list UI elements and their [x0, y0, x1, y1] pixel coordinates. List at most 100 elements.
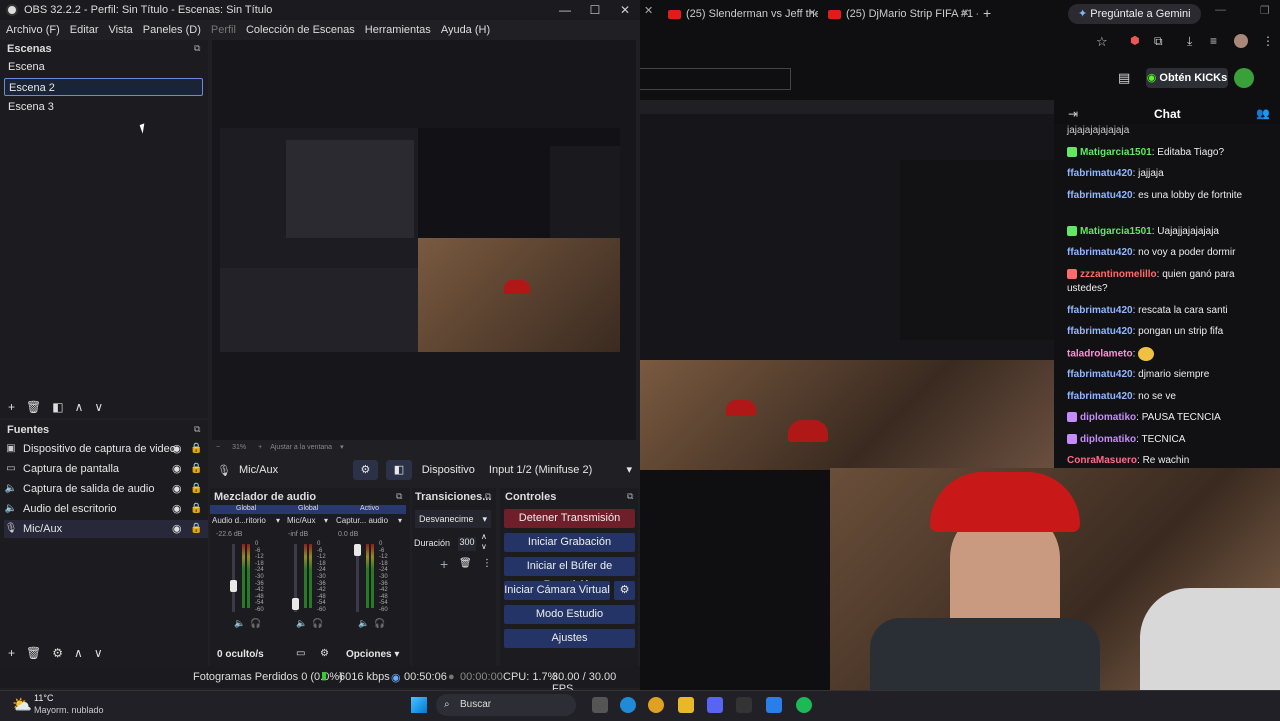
zoom-out-icon[interactable]: −: [216, 444, 220, 451]
source-item[interactable]: 🔈 Audio del escritorio ◉ 🔒: [4, 500, 208, 518]
chevron-down-icon[interactable]: ▾: [276, 516, 280, 525]
eye-icon[interactable]: ◉: [172, 500, 182, 518]
source-item[interactable]: ▭ Captura de pantalla ◉ 🔒: [4, 460, 208, 478]
weather-icon[interactable]: ⛅: [12, 695, 32, 715]
zoom-in-icon[interactable]: +: [258, 444, 262, 451]
browser-tab[interactable]: (25) Slenderman vs Jeff the Kill...: [668, 4, 818, 24]
people-icon[interactable]: 👥: [1256, 107, 1270, 120]
duration-input[interactable]: 300: [458, 537, 476, 551]
add-icon[interactable]: +: [440, 556, 448, 572]
fit-window[interactable]: Ajustar a la ventana: [270, 444, 332, 451]
volume-knob[interactable]: [354, 544, 361, 556]
chat-username[interactable]: ffabrimatu420: [1067, 190, 1133, 201]
move-down-icon[interactable]: ∨: [94, 646, 103, 660]
headphones-icon[interactable]: 🎧: [374, 618, 385, 629]
avatar[interactable]: [1234, 68, 1254, 88]
filter-icon[interactable]: ◧: [52, 400, 63, 414]
undock-icon[interactable]: ⧉: [194, 43, 200, 54]
close-icon[interactable]: ✕: [808, 8, 816, 19]
browser-tab[interactable]: (25) DjMario Strip FIFA #1 - Yo...: [828, 4, 978, 24]
search-box[interactable]: ⌕ Buscar: [436, 694, 576, 716]
preview-canvas[interactable]: [220, 128, 620, 352]
close-icon[interactable]: ✕: [644, 4, 653, 17]
chrome-icon[interactable]: [648, 697, 664, 713]
undock-icon[interactable]: ⧉: [485, 491, 491, 502]
maximize-icon[interactable]: ☐: [580, 0, 610, 20]
more-icon[interactable]: ⋮: [1262, 34, 1274, 48]
volume-knob[interactable]: [292, 598, 299, 610]
avatar[interactable]: [1234, 34, 1248, 48]
restore-icon[interactable]: ❐: [1260, 4, 1270, 17]
scene-item-selected[interactable]: Escena 2: [4, 78, 203, 96]
lock-icon[interactable]: 🔒: [190, 440, 202, 458]
menu-paneles[interactable]: Paneles (D): [143, 24, 201, 36]
eye-icon[interactable]: ◉: [172, 440, 182, 458]
extension-icon[interactable]: ⬢: [1130, 34, 1140, 47]
chat-username[interactable]: ffabrimatu420: [1067, 391, 1133, 402]
edge-icon[interactable]: [620, 697, 636, 713]
move-up-icon[interactable]: ∧: [74, 646, 83, 660]
volume-slider[interactable]: [232, 544, 235, 612]
gear-icon[interactable]: ⚙: [352, 460, 379, 480]
device-select[interactable]: Input 1/2 (Minifuse 2) ▾: [485, 460, 636, 480]
chat-username[interactable]: diplomatiko: [1080, 434, 1136, 445]
studio-mode-button[interactable]: Modo Estudio: [504, 605, 635, 624]
chat-username[interactable]: ConraMasuero: [1067, 455, 1137, 466]
undock-icon[interactable]: ⧉: [396, 491, 402, 502]
channel-name[interactable]: Captur... audio: [336, 516, 388, 525]
task-view-icon[interactable]: [592, 697, 608, 713]
trash-icon[interactable]: 🗑: [459, 558, 472, 569]
virtual-camera-button[interactable]: Iniciar Cámara Virtual: [504, 581, 610, 600]
speaker-icon[interactable]: 🔈: [358, 618, 369, 629]
undock-icon[interactable]: ⧉: [194, 424, 200, 435]
shield-icon[interactable]: [766, 697, 782, 713]
close-icon[interactable]: ✕: [961, 8, 969, 19]
menu-herramientas[interactable]: Herramientas: [365, 24, 431, 36]
minimize-icon[interactable]: —: [550, 0, 580, 20]
chevron-down-icon[interactable]: ▾: [398, 516, 402, 525]
add-icon[interactable]: +: [8, 646, 15, 660]
chat-username[interactable]: zzzantinomelillo: [1080, 269, 1157, 280]
options-button[interactable]: Opciones ▾: [346, 649, 399, 660]
minimize-icon[interactable]: —: [1215, 4, 1226, 16]
move-up-icon[interactable]: ∧: [75, 400, 84, 414]
menu-perfil[interactable]: Perfil: [211, 24, 236, 36]
settings-button[interactable]: Ajustes: [504, 629, 635, 648]
chat-username[interactable]: Matigarcia1501: [1080, 147, 1152, 158]
app-icon[interactable]: [736, 697, 752, 713]
trash-icon[interactable]: 🗑: [26, 646, 41, 660]
gear-icon[interactable]: ⚙: [52, 646, 63, 660]
eye-icon[interactable]: ◉: [172, 520, 182, 538]
move-down-icon[interactable]: ∨: [94, 400, 103, 414]
bookmark-icon[interactable]: ☆: [1096, 34, 1108, 50]
lock-icon[interactable]: 🔒: [190, 520, 202, 538]
collapse-icon[interactable]: ⇥: [1068, 107, 1078, 121]
lock-icon[interactable]: 🔒: [190, 480, 202, 498]
menu-coleccion[interactable]: Colección de Escenas: [246, 24, 355, 36]
source-item[interactable]: 🔈 Captura de salida de audio ◉ 🔒: [4, 480, 208, 498]
chat-username[interactable]: taladrolameto: [1067, 348, 1133, 359]
scene-item[interactable]: Escena: [4, 58, 203, 76]
folder-icon[interactable]: [678, 697, 694, 713]
windows-start-icon[interactable]: [411, 697, 427, 713]
download-icon[interactable]: ⤓: [1187, 34, 1192, 49]
extensions-icon[interactable]: ⧉: [1154, 34, 1163, 49]
channel-name[interactable]: Audio d...ritorio: [212, 516, 266, 525]
sidebar-icon[interactable]: ▤: [1118, 70, 1130, 86]
headphones-icon[interactable]: 🎧: [312, 618, 323, 629]
start-recording-button[interactable]: Iniciar Grabación: [504, 533, 635, 552]
stepper-down-icon[interactable]: ∨: [481, 542, 487, 551]
add-icon[interactable]: +: [8, 400, 15, 414]
spotify-icon[interactable]: [796, 697, 812, 713]
chevron-down-icon[interactable]: ▾: [324, 516, 328, 525]
undock-icon[interactable]: ⧉: [627, 491, 633, 502]
headphones-icon[interactable]: 🎧: [250, 618, 261, 629]
menu-vista[interactable]: Vista: [109, 24, 133, 36]
more-icon[interactable]: ⋮: [482, 558, 492, 569]
speaker-icon[interactable]: 🔈: [296, 618, 307, 629]
chat-username[interactable]: diplomatiko: [1080, 412, 1136, 423]
filters-icon[interactable]: ◧: [386, 460, 412, 480]
transition-select[interactable]: Desvanecime ▾: [415, 510, 491, 528]
stepper-up-icon[interactable]: ∧: [481, 532, 487, 541]
eye-icon[interactable]: ◉: [172, 480, 182, 498]
